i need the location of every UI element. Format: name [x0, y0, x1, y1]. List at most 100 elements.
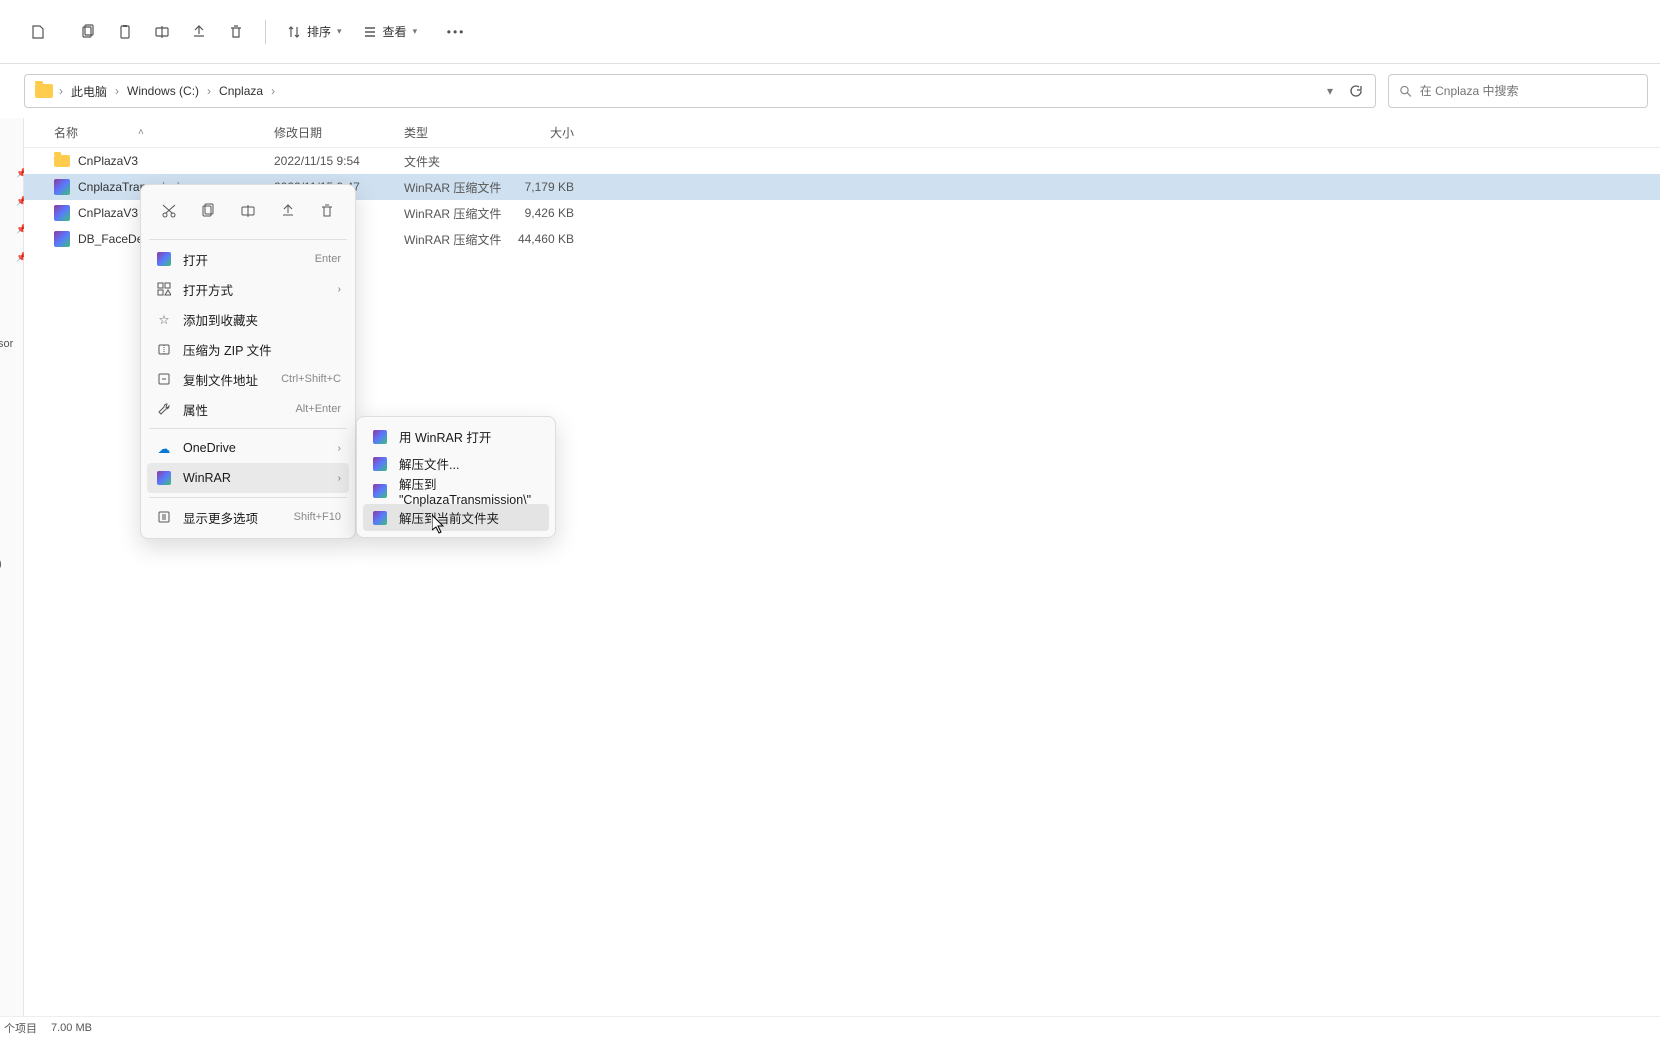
breadcrumb-root[interactable]: 此电脑: [65, 80, 113, 103]
rar-icon: [54, 231, 70, 247]
status-bar: 个项目 7.00 MB: [0, 1016, 1660, 1038]
rename-button[interactable]: [144, 14, 180, 50]
onedrive-icon: ☁: [155, 439, 173, 457]
ctx-quick-actions: [147, 191, 349, 235]
breadcrumb-folder[interactable]: Cnplaza: [213, 81, 269, 101]
sort-label: 排序: [307, 23, 331, 40]
rar-icon: [54, 205, 70, 221]
file-name: CnPlazaV3: [78, 154, 138, 168]
column-name[interactable]: 名称 ˄: [54, 124, 274, 141]
file-row[interactable]: CnPlazaV3 2022/11/15 9:54 文件夹: [24, 148, 1660, 174]
winrar-icon: [371, 428, 389, 446]
star-icon: ☆: [155, 310, 173, 328]
column-date[interactable]: 修改日期: [274, 124, 404, 141]
menu-separator: [149, 497, 347, 498]
ctx-properties[interactable]: 属性 Alt+Enter: [147, 394, 349, 424]
ctx-open[interactable]: 打开 Enter: [147, 244, 349, 274]
ctx-add-favorite[interactable]: ☆ 添加到收藏夹: [147, 304, 349, 334]
view-label: 查看: [383, 23, 407, 40]
list-icon: [363, 25, 377, 39]
chevron-right-icon: ›: [113, 84, 121, 98]
breadcrumb-drive[interactable]: Windows (C:): [121, 81, 205, 101]
share-button[interactable]: [272, 195, 304, 227]
chevron-right-icon: ›: [205, 84, 213, 98]
ctx-copy-path[interactable]: 复制文件地址 Ctrl+Shift+C: [147, 364, 349, 394]
chevron-down-icon[interactable]: ▾: [1321, 78, 1339, 104]
folder-icon: [54, 155, 70, 167]
rar-icon: [54, 179, 70, 195]
view-button[interactable]: 查看 ▾: [353, 17, 428, 46]
copy-button[interactable]: [192, 195, 224, 227]
ctx-winrar[interactable]: WinRAR ›: [147, 463, 349, 493]
open-icon: [155, 250, 173, 268]
status-items: 个项目: [4, 1020, 37, 1036]
file-size: 44,460 KB: [504, 232, 574, 246]
file-type: 文件夹: [404, 153, 504, 170]
sub-extract-files[interactable]: 解压文件...: [363, 450, 549, 477]
delete-button[interactable]: [218, 14, 254, 50]
chevron-right-icon: ›: [338, 443, 341, 454]
address-bar[interactable]: › 此电脑 › Windows (C:) › Cnplaza › ▾: [24, 74, 1376, 108]
file-name: CnPlazaV3: [78, 206, 138, 220]
sort-button[interactable]: 排序 ▾: [277, 17, 352, 46]
file-date: 2022/11/15 9:54: [274, 154, 404, 168]
sort-icon: [287, 25, 301, 39]
file-size: 7,179 KB: [504, 180, 574, 194]
menu-separator: [149, 239, 347, 240]
chevron-right-icon: ›: [269, 84, 277, 98]
chevron-right-icon: ›: [338, 473, 341, 484]
status-size: 7.00 MB: [51, 1022, 92, 1034]
chevron-right-icon: ›: [57, 84, 65, 98]
cut-button[interactable]: [153, 195, 185, 227]
nav-sidebar[interactable]: 📌 📌 📌 📌 sor ): [0, 118, 24, 1016]
wrench-icon: [155, 400, 173, 418]
address-row: › 此电脑 › Windows (C:) › Cnplaza › ▾: [0, 64, 1660, 118]
ctx-compress-zip[interactable]: 压缩为 ZIP 文件: [147, 334, 349, 364]
ellipsis-icon: •••: [447, 25, 466, 39]
winrar-icon: [155, 469, 173, 487]
column-headers: 名称 ˄ 修改日期 类型 大小: [24, 118, 1660, 148]
winrar-submenu: 用 WinRAR 打开 解压文件... 解压到 "CnplazaTransmis…: [356, 416, 556, 538]
toolbar-divider-1: [265, 20, 266, 44]
file-type: WinRAR 压缩文件: [404, 179, 504, 196]
ctx-open-with[interactable]: 打开方式 ›: [147, 274, 349, 304]
file-size: 9,426 KB: [504, 206, 574, 220]
file-type: WinRAR 压缩文件: [404, 205, 504, 222]
copy-path-icon: [155, 370, 173, 388]
rename-button[interactable]: [232, 195, 264, 227]
sub-extract-to-folder[interactable]: 解压到 "CnplazaTransmission\": [363, 477, 549, 504]
file-type: WinRAR 压缩文件: [404, 231, 504, 248]
winrar-icon: [371, 455, 389, 473]
sidebar-truncated-text: sor: [0, 338, 13, 350]
open-with-icon: [155, 280, 173, 298]
chevron-down-icon: ▾: [337, 26, 342, 37]
paste-button[interactable]: [107, 14, 143, 50]
delete-button[interactable]: [311, 195, 343, 227]
sort-ascending-icon: ˄: [138, 127, 144, 138]
folder-icon: [35, 84, 53, 98]
copy-button[interactable]: [70, 14, 106, 50]
sub-extract-here[interactable]: 解压到当前文件夹: [363, 504, 549, 531]
top-toolbar: 排序 ▾ 查看 ▾ •••: [0, 0, 1660, 64]
search-icon: [1399, 84, 1412, 98]
zip-icon: [155, 340, 173, 358]
ctx-show-more[interactable]: 显示更多选项 Shift+F10: [147, 502, 349, 532]
context-menu: 打开 Enter 打开方式 › ☆ 添加到收藏夹 压缩为 ZIP 文件 复制文件…: [140, 184, 356, 539]
chevron-down-icon: ▾: [413, 26, 418, 37]
sub-open-winrar[interactable]: 用 WinRAR 打开: [363, 423, 549, 450]
menu-separator: [149, 428, 347, 429]
search-box[interactable]: [1388, 74, 1648, 108]
refresh-button[interactable]: [1343, 78, 1369, 104]
sidebar-truncated-text: ): [0, 558, 2, 570]
more-button[interactable]: •••: [438, 14, 474, 50]
winrar-icon: [371, 509, 389, 527]
new-button[interactable]: [20, 14, 56, 50]
search-input[interactable]: [1420, 84, 1637, 98]
column-type[interactable]: 类型: [404, 124, 504, 141]
share-button[interactable]: [181, 14, 217, 50]
winrar-icon: [371, 482, 389, 500]
chevron-right-icon: ›: [338, 284, 341, 295]
column-size[interactable]: 大小: [504, 124, 574, 141]
ctx-onedrive[interactable]: ☁ OneDrive ›: [147, 433, 349, 463]
more-icon: [155, 508, 173, 526]
